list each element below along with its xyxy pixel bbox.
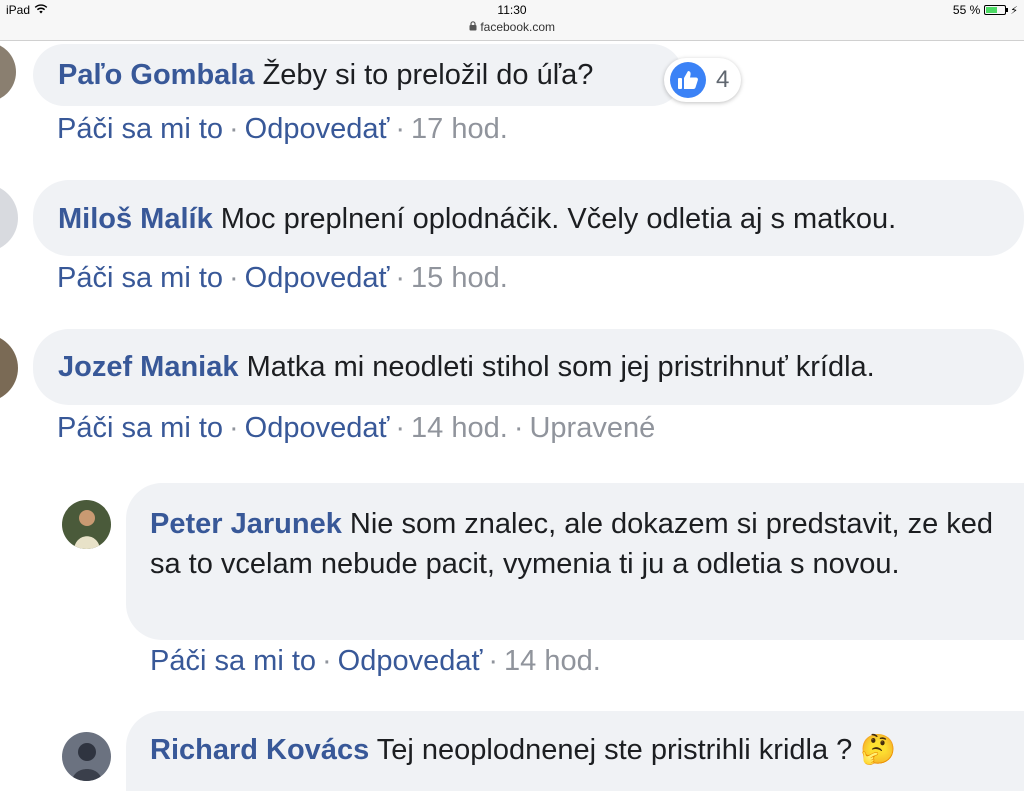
separator: · (229, 262, 239, 294)
avatar[interactable] (0, 334, 18, 402)
comment-text: Žeby si to preložil do úľa? (262, 59, 594, 91)
separator: · (395, 262, 406, 294)
comment-actions: Páči sa mi to · Odpovedať · 17 hod. (57, 113, 508, 146)
comment-author[interactable]: Jozef Maniak (58, 351, 239, 383)
separator: · (229, 412, 239, 444)
reply-author[interactable]: Peter Jarunek (150, 508, 342, 540)
like-link[interactable]: Páči sa mi to (57, 113, 223, 145)
comment-author[interactable]: Paľo Gombala (58, 59, 255, 91)
reply-text: Tej neoplodnenej ste pristrihli kridla ?… (376, 734, 897, 766)
battery-icon (984, 5, 1009, 15)
comment-actions: Páči sa mi to · Odpovedať · 14 hod. · Upravené (57, 412, 655, 445)
charging-icon: ⚡ (1010, 4, 1018, 17)
avatar[interactable] (62, 500, 111, 549)
timestamp[interactable]: 15 hod. (411, 262, 508, 294)
comment-actions: Páči sa mi to · Odpovedať · 15 hod. (57, 262, 508, 295)
timestamp[interactable]: 14 hod. (504, 645, 601, 677)
reaction-count: 4 (716, 66, 730, 93)
like-link[interactable]: Páči sa mi to (57, 412, 223, 444)
reply-link[interactable]: Odpovedať (245, 262, 390, 294)
comment-text: Matka mi neodleti stihol som jej pristri… (246, 351, 875, 383)
like-link[interactable]: Páči sa mi to (57, 262, 223, 294)
avatar[interactable] (0, 184, 18, 252)
reply-link[interactable]: Odpovedať (245, 113, 390, 145)
battery-percent: 55 % (952, 3, 981, 17)
url-bar[interactable]: facebook.com (0, 20, 1024, 34)
lock-icon (469, 20, 480, 34)
reply-bubble: Peter Jarunek Nie som znalec, ale dokaze… (126, 483, 1024, 640)
comment-text: Moc preplnení oplodnáčik. Včely odletia … (220, 203, 897, 235)
reply-link[interactable]: Odpovedať (338, 645, 483, 677)
separator: · (395, 113, 406, 145)
status-bar: iPad 11:30 facebook.com 55 % ⚡ (0, 0, 1024, 41)
comment-bubble: Miloš Malík Moc preplnení oplodnáčik. Vč… (33, 180, 1024, 256)
reply-author[interactable]: Richard Kovács (150, 734, 369, 766)
reaction-summary[interactable]: 4 (664, 58, 742, 102)
timestamp[interactable]: 17 hod. (411, 113, 508, 145)
separator: · (488, 645, 499, 677)
comment-bubble: Paľo Gombala Žeby si to preložil do úľa? (33, 44, 683, 106)
avatar[interactable] (62, 732, 111, 781)
like-link[interactable]: Páči sa mi to (150, 645, 316, 677)
edited-label[interactable]: Upravené (529, 412, 655, 444)
separator: · (322, 645, 332, 677)
url-text: facebook.com (480, 20, 556, 34)
reply-actions: Páči sa mi to · Odpovedať · 14 hod. (150, 645, 601, 678)
comment-author[interactable]: Miloš Malík (58, 203, 213, 235)
status-right: 55 % ⚡ (953, 3, 1018, 17)
thumbs-up-icon (670, 62, 706, 98)
timestamp[interactable]: 14 hod. (411, 412, 508, 444)
separator: · (395, 412, 406, 444)
clock: 11:30 (497, 3, 527, 17)
separator: · (513, 412, 524, 444)
reply-link[interactable]: Odpovedať (245, 412, 390, 444)
avatar[interactable] (0, 42, 16, 102)
separator: · (229, 113, 239, 145)
comment-bubble: Jozef Maniak Matka mi neodleti stihol so… (33, 329, 1024, 405)
reply-bubble: Richard Kovács Tej neoplodnenej ste pris… (126, 711, 1024, 791)
